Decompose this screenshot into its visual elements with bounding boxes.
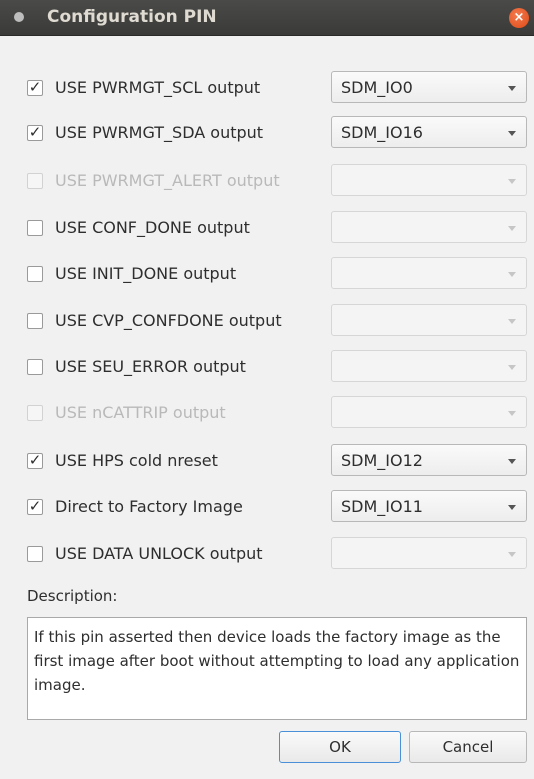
checkbox-seu-error[interactable] [27,359,43,375]
select-pwrmgt-scl[interactable]: SDM_IO0 [331,71,527,103]
checkbox-conf-done[interactable] [27,220,43,236]
checkbox-data-unlock[interactable] [27,546,43,562]
dropdown-arrow-icon [508,226,516,231]
pin-row-data-unlock: USE DATA UNLOCK output [0,536,534,572]
select-value: SDM_IO0 [341,78,413,97]
pin-row-init-done: USE INIT_DONE output [0,256,534,292]
window-title: Configuration PIN [47,7,217,27]
pin-row-seu-error: USE SEU_ERROR output [0,349,534,385]
checkbox-direct-to-factory[interactable]: ✓ [27,499,43,515]
dropdown-arrow-icon [508,411,516,416]
checkbox-pwrmgt-sda[interactable]: ✓ [27,125,43,141]
description-label: Description: [27,587,118,605]
dropdown-arrow-icon [508,131,516,136]
dropdown-arrow-icon [508,319,516,324]
dropdown-arrow-icon [508,505,516,510]
checkbox-hps-cold-nreset[interactable]: ✓ [27,453,43,469]
label-cvp-confdone: USE CVP_CONFDONE output [55,311,282,330]
label-direct-to-factory: Direct to Factory Image [55,497,243,516]
pin-row-pwrmgt-alert: USE PWRMGT_ALERT output [0,163,534,199]
description-text: If this pin asserted then device loads t… [27,617,527,720]
dropdown-arrow-icon [508,552,516,557]
label-pwrmgt-alert: USE PWRMGT_ALERT output [55,171,280,190]
dropdown-arrow-icon [508,365,516,370]
select-value: SDM_IO12 [341,451,423,470]
pin-row-cvp-confdone: USE CVP_CONFDONE output [0,303,534,339]
select-value: SDM_IO11 [341,497,423,516]
cancel-button[interactable]: Cancel [409,731,527,763]
window-menu-icon[interactable] [14,12,24,22]
select-value: SDM_IO16 [341,123,423,142]
title-bar: Configuration PIN × [0,0,534,36]
checkbox-ncattrip [27,405,43,421]
label-conf-done: USE CONF_DONE output [55,218,250,237]
label-pwrmgt-scl: USE PWRMGT_SCL output [55,78,261,97]
select-seu-error[interactable] [331,350,527,382]
select-data-unlock[interactable] [331,537,527,569]
pin-row-conf-done: USE CONF_DONE output [0,210,534,246]
checkbox-pwrmgt-scl[interactable]: ✓ [27,80,43,96]
pin-row-pwrmgt-sda: ✓ USE PWRMGT_SDA output SDM_IO16 [0,115,534,151]
dropdown-arrow-icon [508,179,516,184]
select-conf-done[interactable] [331,211,527,243]
dropdown-arrow-icon [508,272,516,277]
label-data-unlock: USE DATA UNLOCK output [55,544,263,563]
pin-row-hps-cold-nreset: ✓ USE HPS cold nreset SDM_IO12 [0,443,534,479]
select-hps-cold-nreset[interactable]: SDM_IO12 [331,444,527,476]
select-ncattrip [331,396,527,428]
close-icon[interactable]: × [509,8,529,28]
dropdown-arrow-icon [508,459,516,464]
label-hps-cold-nreset: USE HPS cold nreset [55,451,218,470]
select-init-done[interactable] [331,257,527,289]
label-ncattrip: USE nCATTRIP output [55,403,226,422]
select-pwrmgt-alert [331,164,527,196]
dropdown-arrow-icon [508,86,516,91]
select-cvp-confdone[interactable] [331,304,527,336]
pin-row-pwrmgt-scl: ✓ USE PWRMGT_SCL output SDM_IO0 [0,70,534,106]
ok-button[interactable]: OK [279,731,401,763]
checkbox-init-done[interactable] [27,266,43,282]
select-direct-to-factory[interactable]: SDM_IO11 [331,490,527,522]
pin-row-ncattrip: USE nCATTRIP output [0,395,534,431]
label-pwrmgt-sda: USE PWRMGT_SDA output [55,123,264,142]
select-pwrmgt-sda[interactable]: SDM_IO16 [331,116,527,148]
checkbox-pwrmgt-alert [27,173,43,189]
label-seu-error: USE SEU_ERROR output [55,357,246,376]
checkbox-cvp-confdone[interactable] [27,313,43,329]
label-init-done: USE INIT_DONE output [55,264,237,283]
pin-row-direct-to-factory: ✓ Direct to Factory Image SDM_IO11 [0,489,534,525]
